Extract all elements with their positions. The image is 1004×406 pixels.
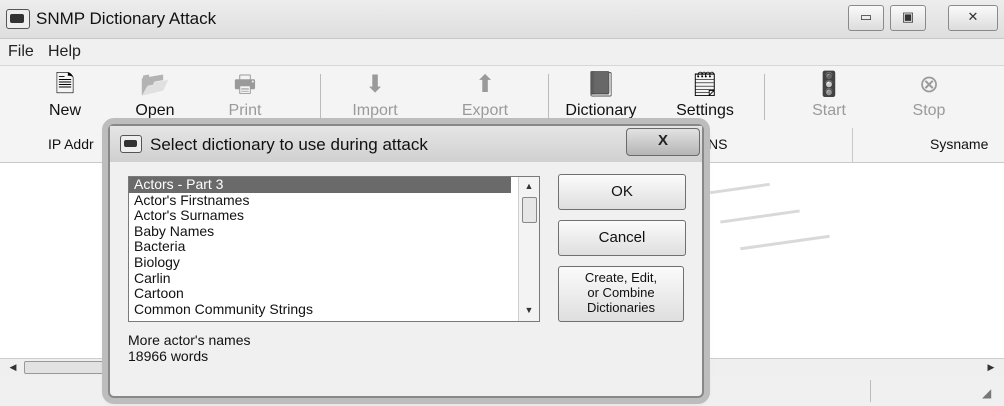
list-item[interactable]: Actor's Surnames bbox=[129, 208, 539, 224]
list-item[interactable]: Cartoon bbox=[129, 286, 539, 302]
dialog-title-bar[interactable]: Select dictionary to use during attack X bbox=[110, 126, 702, 162]
dictionary-list[interactable]: Actors - Part 3 Actor's Firstnames Actor… bbox=[128, 176, 540, 322]
export-icon: ⬆ bbox=[474, 71, 496, 98]
new-icon: 🗎 bbox=[55, 71, 75, 98]
import-label: Import bbox=[352, 102, 398, 119]
list-item[interactable]: Actors - Part 3 bbox=[129, 177, 511, 193]
list-item[interactable]: Actor's Firstnames bbox=[129, 192, 539, 209]
start-label: Start bbox=[812, 102, 846, 119]
create-edit-combine-button[interactable]: Create, Edit, or Combine Dictionaries bbox=[558, 266, 684, 322]
title-bar[interactable]: SNMP Dictionary Attack ▭ ▣ ✕ bbox=[0, 0, 1004, 39]
minimize-button[interactable]: ▭ bbox=[848, 5, 884, 31]
dictionary-word-count: 18966 words bbox=[128, 348, 209, 364]
create-edit-combine-label: Create, Edit, bbox=[584, 270, 658, 285]
settings-icon: 🗒 bbox=[689, 71, 721, 98]
create-edit-combine-label: or Combine bbox=[587, 285, 655, 300]
blur-streak bbox=[740, 234, 830, 251]
dictionary-description-text: More actor's names bbox=[128, 332, 251, 348]
toolbar: 🗎 New 📂 Open 🖶 Print ⬇ Import ⬆ Export 📕… bbox=[0, 66, 1004, 129]
new-button[interactable]: 🗎 New bbox=[20, 66, 110, 128]
dictionary-label: Dictionary bbox=[565, 102, 637, 119]
app-icon bbox=[6, 9, 30, 29]
window-title: SNMP Dictionary Attack bbox=[36, 9, 217, 28]
settings-label: Settings bbox=[676, 102, 734, 119]
list-item[interactable]: Bacteria bbox=[129, 239, 539, 255]
ok-button[interactable]: OK bbox=[558, 174, 686, 210]
stop-icon: ⊗ bbox=[918, 71, 940, 98]
open-label: Open bbox=[135, 102, 175, 119]
maximize-button[interactable]: ▣ bbox=[890, 5, 926, 31]
list-scroll-thumb[interactable] bbox=[522, 197, 537, 223]
dialog-close-button[interactable]: X bbox=[626, 128, 700, 156]
list-item[interactable]: Baby Names bbox=[129, 223, 539, 240]
toolbar-separator bbox=[548, 74, 549, 120]
new-label: New bbox=[48, 102, 81, 119]
select-dictionary-dialog: Select dictionary to use during attack X… bbox=[108, 124, 704, 398]
print-button[interactable]: 🖶 Print bbox=[200, 66, 290, 128]
list-item[interactable]: Biology bbox=[129, 254, 539, 271]
stop-label: Stop bbox=[912, 102, 946, 119]
settings-button[interactable]: 🗒 Settings bbox=[660, 66, 750, 128]
dictionary-button[interactable]: 📕 Dictionary bbox=[556, 66, 646, 128]
toolbar-separator bbox=[764, 74, 765, 120]
blur-streak bbox=[720, 209, 800, 224]
scroll-up-icon[interactable]: ▲ bbox=[522, 179, 536, 193]
main-window: SNMP Dictionary Attack ▭ ▣ ✕ File Help 🗎… bbox=[0, 0, 1004, 406]
dialog-app-icon bbox=[120, 135, 142, 153]
blur-streak bbox=[710, 182, 770, 195]
scroll-down-icon[interactable]: ▼ bbox=[522, 303, 536, 317]
column-dns[interactable]: NS bbox=[708, 136, 727, 152]
export-label: Export bbox=[461, 102, 509, 119]
menu-file[interactable]: File bbox=[8, 43, 34, 61]
dictionary-description: More actor's names 18966 words bbox=[128, 332, 251, 364]
create-edit-combine-label: Dictionaries bbox=[587, 300, 655, 315]
toolbar-separator bbox=[320, 74, 321, 120]
open-icon: 📂 bbox=[140, 71, 170, 98]
list-vertical-scrollbar[interactable]: ▲ ▼ bbox=[518, 177, 539, 321]
dictionary-icon: 📕 bbox=[586, 71, 616, 98]
close-button[interactable]: ✕ bbox=[948, 5, 998, 31]
dialog-title: Select dictionary to use during attack bbox=[150, 135, 428, 154]
open-button[interactable]: 📂 Open bbox=[110, 66, 200, 128]
resize-grip-icon[interactable]: ◢ bbox=[982, 386, 991, 400]
menu-bar: File Help bbox=[0, 39, 1004, 66]
print-icon: 🖶 bbox=[233, 71, 257, 98]
start-icon: 🚦 bbox=[814, 71, 844, 98]
column-divider[interactable] bbox=[852, 128, 853, 162]
start-button[interactable]: 🚦 Start bbox=[784, 66, 874, 128]
column-ip-address[interactable]: IP Addr bbox=[48, 136, 94, 152]
import-icon: ⬇ bbox=[364, 71, 386, 98]
export-button[interactable]: ⬆ Export bbox=[440, 66, 530, 128]
status-divider bbox=[870, 380, 871, 402]
stop-button[interactable]: ⊗ Stop bbox=[884, 66, 974, 128]
print-label: Print bbox=[228, 102, 262, 119]
import-button[interactable]: ⬇ Import bbox=[330, 66, 420, 128]
scroll-left-icon[interactable]: ◀ bbox=[6, 360, 20, 374]
column-sysname[interactable]: Sysname bbox=[930, 136, 988, 152]
horizontal-scroll-thumb[interactable] bbox=[24, 361, 106, 374]
list-item[interactable]: Carlin bbox=[129, 270, 539, 287]
menu-help[interactable]: Help bbox=[48, 43, 81, 61]
list-item[interactable]: Common Community Strings bbox=[129, 301, 539, 318]
cancel-button[interactable]: Cancel bbox=[558, 220, 686, 256]
scroll-right-icon[interactable]: ▶ bbox=[984, 360, 998, 374]
